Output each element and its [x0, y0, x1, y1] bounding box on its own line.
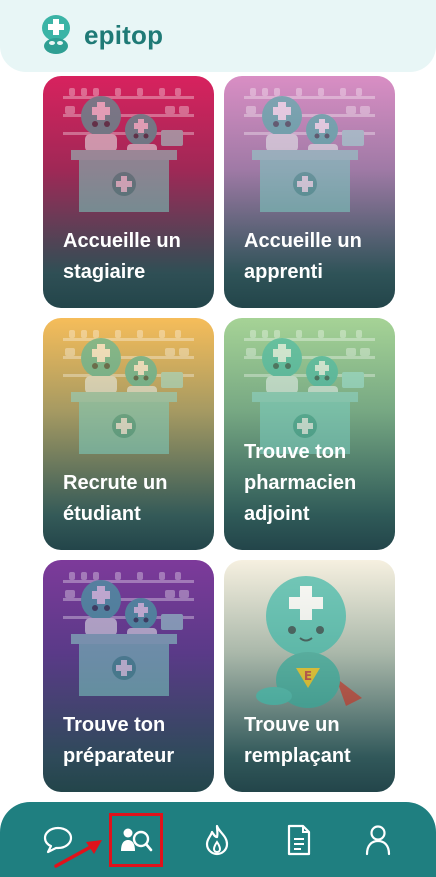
nav-trending[interactable] [193, 816, 241, 864]
card-label: Accueille un stagiaire [63, 230, 181, 283]
red-arrow-icon [54, 840, 102, 868]
document-icon [287, 824, 311, 856]
pharmacy-illustration-icon [63, 572, 194, 696]
card-label: Trouve un remplaçant [244, 714, 351, 767]
recruitment-grid: Accueille un stagiaire Accueille un appr… [43, 76, 395, 792]
card-trouve-pharmacien-adjoint[interactable]: Trouve ton pharmacien adjoint [224, 318, 395, 550]
card-trouve-remplacant[interactable]: E Trouve un remplaçant [224, 560, 395, 792]
pharmacy-illustration-icon [63, 330, 194, 454]
flame-icon [205, 824, 229, 856]
app-header: epitop [0, 0, 436, 72]
pharmacy-illustration-icon [63, 88, 194, 212]
svg-text:E: E [304, 669, 312, 683]
card-trouve-preparateur[interactable]: Trouve ton préparateur [43, 560, 214, 792]
card-label: Trouve ton pharmacien adjoint [244, 441, 357, 525]
search-profile-icon [121, 828, 153, 852]
card-label: Recrute un étudiant [63, 472, 168, 525]
card-accueille-apprenti[interactable]: Accueille un apprenti [224, 76, 395, 308]
card-label: Accueille un apprenti [244, 230, 362, 283]
card-accueille-stagiaire[interactable]: Accueille un stagiaire [43, 76, 214, 308]
user-icon [365, 825, 391, 856]
app-name: epitop [84, 19, 164, 50]
card-label: Trouve ton préparateur [63, 714, 175, 767]
mascot-logo-icon [42, 15, 70, 54]
pharmacy-illustration-icon [244, 330, 375, 454]
card-recrute-etudiant[interactable]: Recrute un étudiant [43, 318, 214, 550]
nav-search-profiles[interactable] [109, 813, 163, 867]
nav-profile[interactable] [354, 816, 402, 864]
nav-documents[interactable] [275, 816, 323, 864]
app-logo[interactable]: epitop [38, 14, 163, 56]
pharmacy-illustration-icon [244, 88, 375, 212]
hero-mascot-icon: E [256, 576, 362, 708]
